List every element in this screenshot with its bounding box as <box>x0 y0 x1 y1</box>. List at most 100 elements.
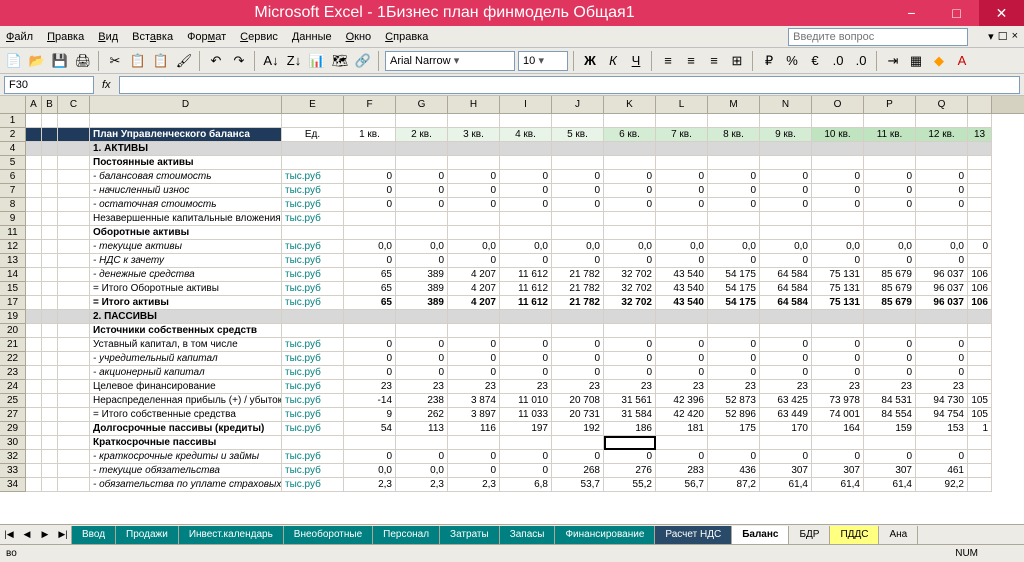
cell[interactable] <box>552 114 604 128</box>
cell[interactable] <box>42 198 58 212</box>
cell[interactable] <box>42 212 58 226</box>
row-header[interactable]: 20 <box>0 324 26 338</box>
cell[interactable]: - денежные средства <box>90 268 282 282</box>
cell[interactable]: Постоянные активы <box>90 156 282 170</box>
cell[interactable]: 23 <box>604 380 656 394</box>
cell[interactable]: 53,7 <box>552 478 604 492</box>
cell[interactable] <box>58 324 90 338</box>
col-header-F[interactable]: F <box>344 96 396 113</box>
fill-color-icon[interactable]: ◆ <box>929 51 949 71</box>
cell[interactable]: 0 <box>812 338 864 352</box>
cell[interactable] <box>864 310 916 324</box>
cell[interactable]: 0 <box>656 198 708 212</box>
cell[interactable] <box>344 156 396 170</box>
cell[interactable] <box>500 324 552 338</box>
cell[interactable] <box>968 156 992 170</box>
cell[interactable] <box>448 156 500 170</box>
cell[interactable]: 42 396 <box>656 394 708 408</box>
cell[interactable]: 0 <box>396 450 448 464</box>
col-header-B[interactable]: B <box>42 96 58 113</box>
cell[interactable]: - краткосрочные кредиты и займы <box>90 450 282 464</box>
cell[interactable] <box>58 114 90 128</box>
cell[interactable] <box>968 184 992 198</box>
cell[interactable]: 6,8 <box>500 478 552 492</box>
cell[interactable]: 75 131 <box>812 268 864 282</box>
cell[interactable] <box>552 226 604 240</box>
cell[interactable]: тыс.руб <box>282 352 344 366</box>
cell[interactable] <box>26 324 42 338</box>
cell[interactable]: 0 <box>604 366 656 380</box>
cell[interactable] <box>58 310 90 324</box>
cell[interactable]: 0 <box>656 254 708 268</box>
col-header-D[interactable]: D <box>90 96 282 113</box>
cell[interactable] <box>864 212 916 226</box>
cell[interactable]: 0 <box>448 184 500 198</box>
col-header-M[interactable]: M <box>708 96 760 113</box>
col-header-L[interactable]: L <box>656 96 708 113</box>
row-header[interactable]: 30 <box>0 436 26 450</box>
cell[interactable]: 0 <box>552 338 604 352</box>
cell[interactable] <box>58 282 90 296</box>
cell[interactable] <box>552 212 604 226</box>
cell[interactable]: 105 <box>968 394 992 408</box>
cell[interactable]: 4 207 <box>448 296 500 310</box>
cell[interactable] <box>58 352 90 366</box>
cell[interactable]: 0 <box>604 184 656 198</box>
column-headers[interactable]: ABCDEFGHIJKLMNOPQ <box>0 96 1024 114</box>
cell[interactable]: 0 <box>396 198 448 212</box>
cell[interactable] <box>26 156 42 170</box>
cell[interactable]: 0 <box>656 170 708 184</box>
cell[interactable]: 0 <box>344 198 396 212</box>
cell[interactable]: тыс.руб <box>282 254 344 268</box>
cell[interactable]: тыс.руб <box>282 240 344 254</box>
cell[interactable]: 0 <box>708 352 760 366</box>
cell[interactable]: - учредительный капитал <box>90 352 282 366</box>
cell[interactable]: 61,4 <box>812 478 864 492</box>
cell[interactable] <box>708 310 760 324</box>
cell[interactable]: 389 <box>396 296 448 310</box>
menu-tools[interactable]: Сервис <box>240 31 278 43</box>
cell[interactable] <box>916 226 968 240</box>
cell[interactable] <box>396 212 448 226</box>
cell[interactable]: 2,3 <box>396 478 448 492</box>
cell[interactable]: 11 612 <box>500 268 552 282</box>
cell[interactable]: тыс.руб <box>282 296 344 310</box>
cell[interactable] <box>656 114 708 128</box>
cell[interactable]: Источники собственных средств <box>90 324 282 338</box>
cell[interactable]: 21 782 <box>552 268 604 282</box>
cell[interactable] <box>42 310 58 324</box>
cell[interactable]: 0 <box>708 198 760 212</box>
cell[interactable] <box>344 226 396 240</box>
cell[interactable] <box>812 142 864 156</box>
cell[interactable]: 0,0 <box>864 240 916 254</box>
cell[interactable]: 0 <box>500 338 552 352</box>
row-header[interactable]: 24 <box>0 380 26 394</box>
col-header-O[interactable]: O <box>812 96 864 113</box>
cell[interactable] <box>968 114 992 128</box>
cell[interactable]: 113 <box>396 422 448 436</box>
cell[interactable]: 0 <box>760 450 812 464</box>
cell[interactable]: 0 <box>552 450 604 464</box>
cell[interactable]: 0 <box>864 184 916 198</box>
cell[interactable]: 0 <box>396 352 448 366</box>
cell[interactable]: 9 <box>344 408 396 422</box>
cell[interactable]: 23 <box>656 380 708 394</box>
cell[interactable]: 0 <box>448 450 500 464</box>
align-center-icon[interactable]: ≡ <box>681 51 701 71</box>
cell[interactable]: 92,2 <box>916 478 968 492</box>
cell[interactable] <box>58 408 90 422</box>
cell[interactable]: тыс.руб <box>282 478 344 492</box>
menu-view[interactable]: Вид <box>98 31 118 43</box>
cell[interactable]: Ед. <box>282 128 344 142</box>
cell[interactable]: тыс.руб <box>282 282 344 296</box>
cell[interactable] <box>58 170 90 184</box>
cell[interactable]: 105 <box>968 408 992 422</box>
cell[interactable]: 0 <box>916 338 968 352</box>
cell[interactable] <box>26 268 42 282</box>
row-header[interactable]: 27 <box>0 408 26 422</box>
cell[interactable]: 0 <box>396 184 448 198</box>
cell[interactable]: 0 <box>344 352 396 366</box>
cell[interactable] <box>344 436 396 450</box>
cell[interactable]: 0 <box>760 254 812 268</box>
ask-question-input[interactable] <box>788 28 968 46</box>
